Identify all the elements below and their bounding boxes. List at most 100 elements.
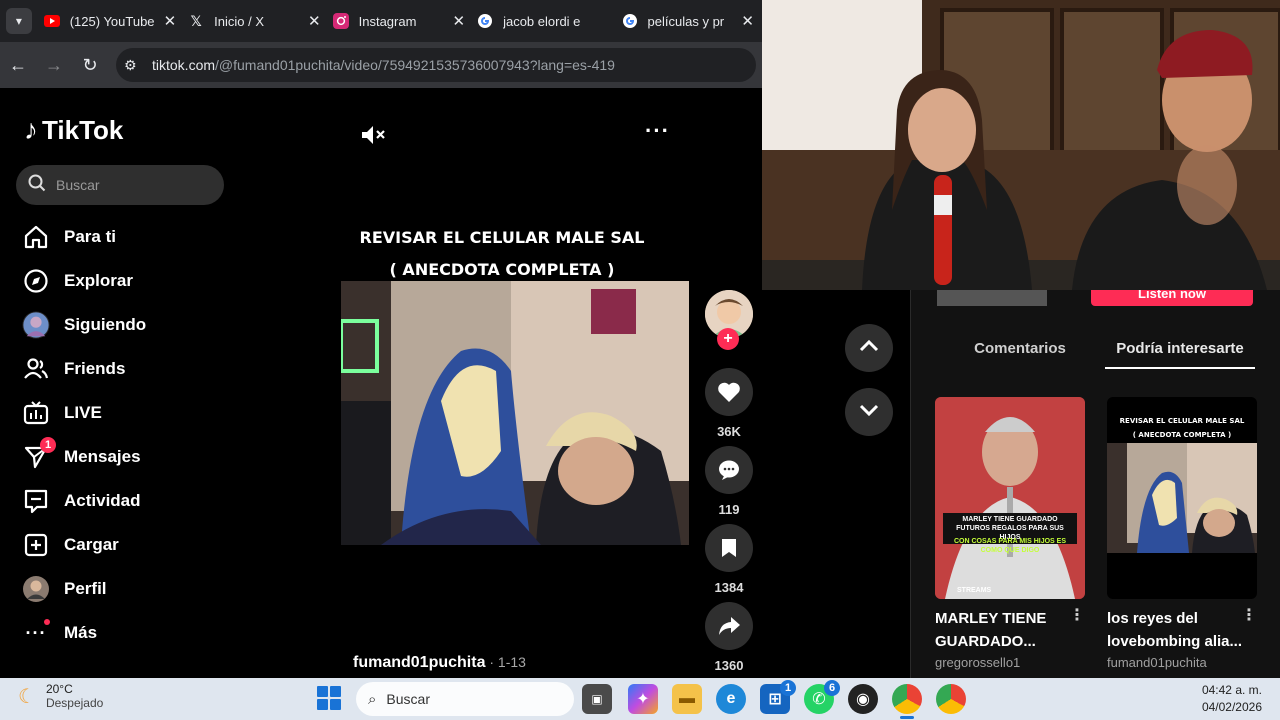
nav-para-ti[interactable]: Para ti — [22, 217, 116, 257]
nav-explorar[interactable]: Explorar — [22, 261, 133, 301]
upload-icon — [22, 531, 50, 559]
browser-tab-x[interactable]: 𝕏 Inicio / X ✕ — [184, 0, 328, 42]
save-count: 1384 — [714, 580, 744, 595]
x-icon: 𝕏 — [190, 12, 202, 29]
more-dots-icon: ··· — [22, 619, 50, 647]
browser-tab-instagram[interactable]: Instagram ✕ — [329, 0, 473, 42]
close-icon[interactable]: ✕ — [308, 12, 321, 30]
share-arrow-icon[interactable] — [705, 602, 753, 650]
video-title-line2: ( ANECDOTA COMPLETA ) — [389, 260, 615, 279]
obs-icon[interactable]: ◉ — [848, 684, 878, 714]
store-badge: 1 — [780, 680, 796, 696]
weather-temp: 20°C — [45, 682, 73, 696]
nav-label: Perfil — [64, 579, 107, 598]
comment-action[interactable]: 119 — [705, 446, 753, 517]
card-title[interactable]: MARLEY TIENE GUARDADO... — [935, 607, 1071, 653]
suggested-video-card[interactable]: REVISAR EL CELULAR MALE SAL ( ANECDOTA C… — [1107, 397, 1257, 670]
music-thumbnail — [937, 290, 1047, 306]
save-action[interactable]: 1384 — [705, 524, 753, 595]
nav-label: Explorar — [64, 271, 133, 290]
task-view-icon[interactable]: ▣ — [582, 684, 612, 714]
activity-icon — [22, 487, 50, 515]
instagram-icon — [332, 13, 349, 29]
listen-now-button[interactable]: Listen now — [1091, 290, 1253, 306]
more-vertical-icon[interactable]: ⋮ — [1069, 605, 1085, 625]
tab-search-menu-button[interactable]: ▾ — [6, 8, 32, 34]
taskbar-search[interactable]: ⌕ Buscar — [356, 682, 574, 716]
tab-label: (125) YouTube — [69, 13, 155, 29]
compass-icon — [22, 267, 50, 295]
profile-avatar-icon — [22, 575, 50, 603]
taskbar-search-placeholder: Buscar — [386, 691, 430, 707]
nav-friends[interactable]: Friends — [22, 349, 125, 389]
comment-icon[interactable] — [705, 446, 753, 494]
card-author[interactable]: gregorossello1 — [935, 655, 1085, 670]
microsoft-store-icon[interactable]: ⊞ 1 — [760, 680, 796, 714]
system-clock[interactable]: 04:42 a. m. 04/02/2026 — [1202, 682, 1262, 716]
tab-label: Instagram — [358, 13, 417, 29]
windows-start-icon[interactable] — [317, 686, 341, 710]
weather-widget[interactable]: ☾ 20°C Despejado — [18, 682, 103, 710]
nav-label: Mensajes — [64, 447, 141, 466]
video-thumbnail[interactable]: MARLEY TIENE GUARDADO FUTUROS REGALOS PA… — [935, 397, 1085, 599]
bookmark-icon[interactable] — [705, 524, 753, 572]
browser-tab-youtube[interactable]: (125) YouTube ✕ — [40, 0, 184, 42]
browser-tab-google-2[interactable]: películas y pr ✕ — [618, 0, 762, 42]
search-input[interactable] — [56, 177, 206, 193]
nav-mensajes[interactable]: 1 Mensajes — [22, 437, 141, 477]
clock-date: 04/02/2026 — [1201, 700, 1262, 714]
author-name: fumand01puchita — [353, 654, 486, 671]
browser-toolbar: ← → ↻ ⚙ tiktok.com/@fumand01puchita/vide… — [0, 42, 762, 88]
video-thumbnail[interactable]: REVISAR EL CELULAR MALE SAL ( ANECDOTA C… — [1107, 397, 1257, 599]
next-video-button[interactable] — [845, 388, 893, 436]
chevron-up-icon — [859, 339, 879, 357]
more-vertical-icon[interactable]: ⋮ — [1241, 605, 1257, 625]
forward-arrow-icon[interactable]: → — [36, 55, 72, 76]
nav-actividad[interactable]: Actividad — [22, 481, 141, 521]
nav-label: Cargar — [64, 535, 119, 554]
more-options-icon[interactable]: ··· — [645, 118, 670, 144]
back-arrow-icon[interactable]: ← — [0, 55, 36, 76]
reload-icon[interactable]: ↻ — [72, 55, 108, 76]
card-title[interactable]: los reyes del lovebombing alia... — [1107, 607, 1243, 653]
browser-tab-google-1[interactable]: jacob elordi e — [473, 0, 617, 42]
previous-video-button[interactable] — [845, 324, 893, 372]
windows-taskbar: ☾ 20°C Despejado ⌕ Buscar ▣ ✦ ▬ e ⊞ 1 ✆ … — [0, 678, 1280, 720]
tab-comentarios[interactable]: Comentarios — [935, 340, 1105, 369]
close-icon[interactable]: ✕ — [164, 12, 177, 30]
nav-perfil[interactable]: Perfil — [22, 569, 107, 609]
edge-browser-icon[interactable]: e — [716, 684, 746, 714]
file-explorer-icon[interactable]: ▬ — [672, 684, 702, 714]
video-author[interactable]: fumand01puchita · 1-13 — [353, 654, 526, 672]
heart-icon[interactable] — [705, 368, 753, 416]
tiktok-note-icon: ♪ — [24, 114, 38, 145]
nav-siguiendo[interactable]: Siguiendo — [22, 305, 146, 345]
nav-cargar[interactable]: Cargar — [22, 525, 119, 565]
youtube-icon — [43, 13, 60, 29]
nav-label: Friends — [64, 359, 126, 378]
video-player[interactable] — [341, 281, 689, 545]
chrome-icon[interactable] — [892, 684, 922, 714]
close-icon[interactable]: ✕ — [453, 12, 466, 30]
nav-mas[interactable]: ··· Más — [22, 613, 97, 653]
copilot-icon[interactable]: ✦ — [628, 684, 658, 714]
whatsapp-badge: 6 — [824, 680, 840, 696]
brand-name: TikTok — [42, 114, 124, 145]
card-author[interactable]: fumand01puchita — [1107, 655, 1257, 670]
site-info-icon[interactable]: ⚙ — [124, 57, 146, 74]
share-action[interactable]: 1360 — [705, 602, 753, 673]
address-bar[interactable]: ⚙ tiktok.com/@fumand01puchita/video/7594… — [116, 48, 756, 82]
mute-icon[interactable] — [360, 124, 386, 152]
nav-live[interactable]: LIVE — [22, 393, 102, 433]
moon-icon: ☾ — [18, 685, 36, 708]
whatsapp-icon[interactable]: ✆ 6 — [804, 680, 840, 714]
browser-tab-bar: ▾ (125) YouTube ✕ 𝕏 Inicio / X ✕ Instagr… — [0, 0, 762, 42]
tiktok-logo[interactable]: ♪ TikTok — [24, 114, 123, 146]
suggested-video-card[interactable]: MARLEY TIENE GUARDADO FUTUROS REGALOS PA… — [935, 397, 1085, 670]
search-box[interactable] — [16, 165, 224, 205]
follow-plus-button[interactable]: + — [717, 328, 739, 350]
close-icon[interactable]: ✕ — [741, 12, 754, 30]
tab-podria-interesarte[interactable]: Podría interesarte — [1105, 340, 1255, 369]
like-action[interactable]: 36K — [705, 368, 753, 439]
chrome-profile-icon[interactable] — [936, 684, 966, 714]
